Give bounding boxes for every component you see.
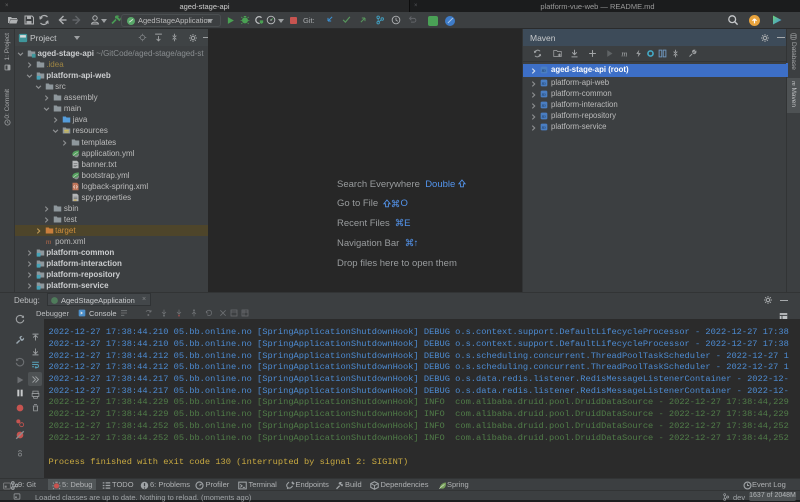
svg-text:m: m [542,68,546,74]
svg-text:m: m [542,103,546,109]
svg-text:m: m [542,92,546,98]
svg-text:m: m [45,237,51,246]
svg-text:m: m [542,81,546,87]
svg-text:m: m [542,114,546,120]
svg-text:m: m [542,125,546,131]
svg-text:m: m [621,50,627,59]
